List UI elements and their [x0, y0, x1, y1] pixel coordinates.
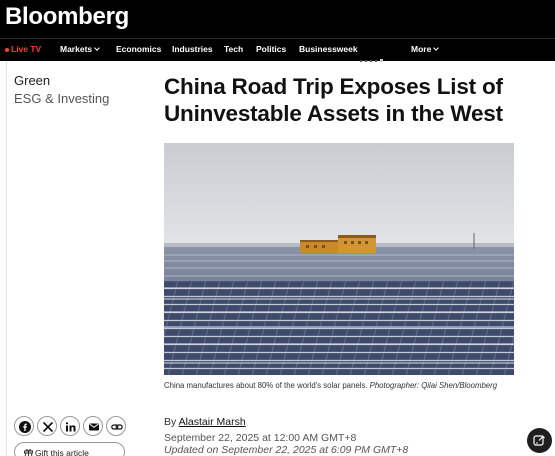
published-date: September 22, 2025 at 12:00 AM GMT+8: [164, 432, 357, 444]
nav-industries[interactable]: Industries: [172, 44, 213, 54]
nav-live-tv[interactable]: Live TV: [5, 44, 41, 54]
nav-live-tv-label: Live TV: [11, 44, 42, 54]
author-link[interactable]: Alastair Marsh: [179, 416, 246, 428]
share-email-button[interactable]: [83, 416, 103, 436]
nav-businessweek-label: Businessweek: [299, 44, 358, 54]
share-facebook-button[interactable]: [14, 416, 34, 436]
gift-icon: [24, 449, 33, 456]
gift-article-button[interactable]: Gift this article: [14, 442, 125, 456]
article-headline: China Road Trip Exposes List of Uninvest…: [164, 74, 503, 126]
nav-politics[interactable]: Politics: [256, 44, 286, 54]
section-label[interactable]: Green: [14, 73, 50, 88]
linkedin-icon: [65, 422, 76, 432]
nav-industries-label: Industries: [172, 44, 213, 54]
article-photo: [164, 143, 514, 375]
updated-date: Updated on September 22, 2025 at 6:09 PM…: [164, 444, 409, 456]
nav-businessweek[interactable]: Businessweek: [299, 44, 358, 54]
photo-caption: China manufactures about 80% of the worl…: [164, 381, 514, 391]
share-link-button[interactable]: [106, 416, 126, 436]
nav-tech-label: Tech: [224, 44, 244, 54]
main-nav: Live TV Markets Economics Industries Tec…: [0, 38, 555, 62]
nav-markets-label: Markets: [60, 44, 93, 54]
subsection-label[interactable]: ESG & Investing: [14, 91, 109, 106]
email-icon: [89, 423, 99, 431]
byline-prefix: By: [164, 416, 179, 428]
nav-economics[interactable]: Economics: [116, 44, 161, 54]
left-rail-divider: [6, 61, 7, 456]
chevron-down-icon: [433, 45, 440, 51]
link-icon: [111, 424, 123, 430]
live-dot-icon: [5, 47, 9, 52]
nav-tech[interactable]: Tech: [224, 44, 243, 54]
caption-text: China manufactures about 80% of the worl…: [164, 381, 370, 390]
floating-action-button[interactable]: [527, 428, 552, 453]
share-linkedin-button[interactable]: [60, 416, 80, 436]
compose-icon: [533, 435, 545, 446]
bloomberg-logo[interactable]: Bloomberg: [5, 3, 129, 31]
nav-politics-label: Politics: [256, 44, 287, 54]
chevron-down-icon: [94, 45, 100, 51]
nav-more[interactable]: More: [411, 44, 440, 54]
facebook-icon: [19, 421, 31, 433]
share-x-button[interactable]: [37, 416, 57, 436]
byline: By Alastair Marsh: [164, 416, 246, 428]
top-bar: Bloomberg: [0, 0, 555, 38]
x-icon: [42, 421, 54, 433]
nav-more-label: More: [411, 44, 432, 54]
nav-markets[interactable]: Markets: [60, 44, 100, 54]
gift-label: Gift this article: [35, 448, 89, 456]
caption-credit: Photographer: Qilai Shen/Bloomberg: [369, 381, 498, 390]
nav-economics-label: Economics: [116, 44, 162, 54]
nav-scroll-indicator: [360, 49, 386, 67]
